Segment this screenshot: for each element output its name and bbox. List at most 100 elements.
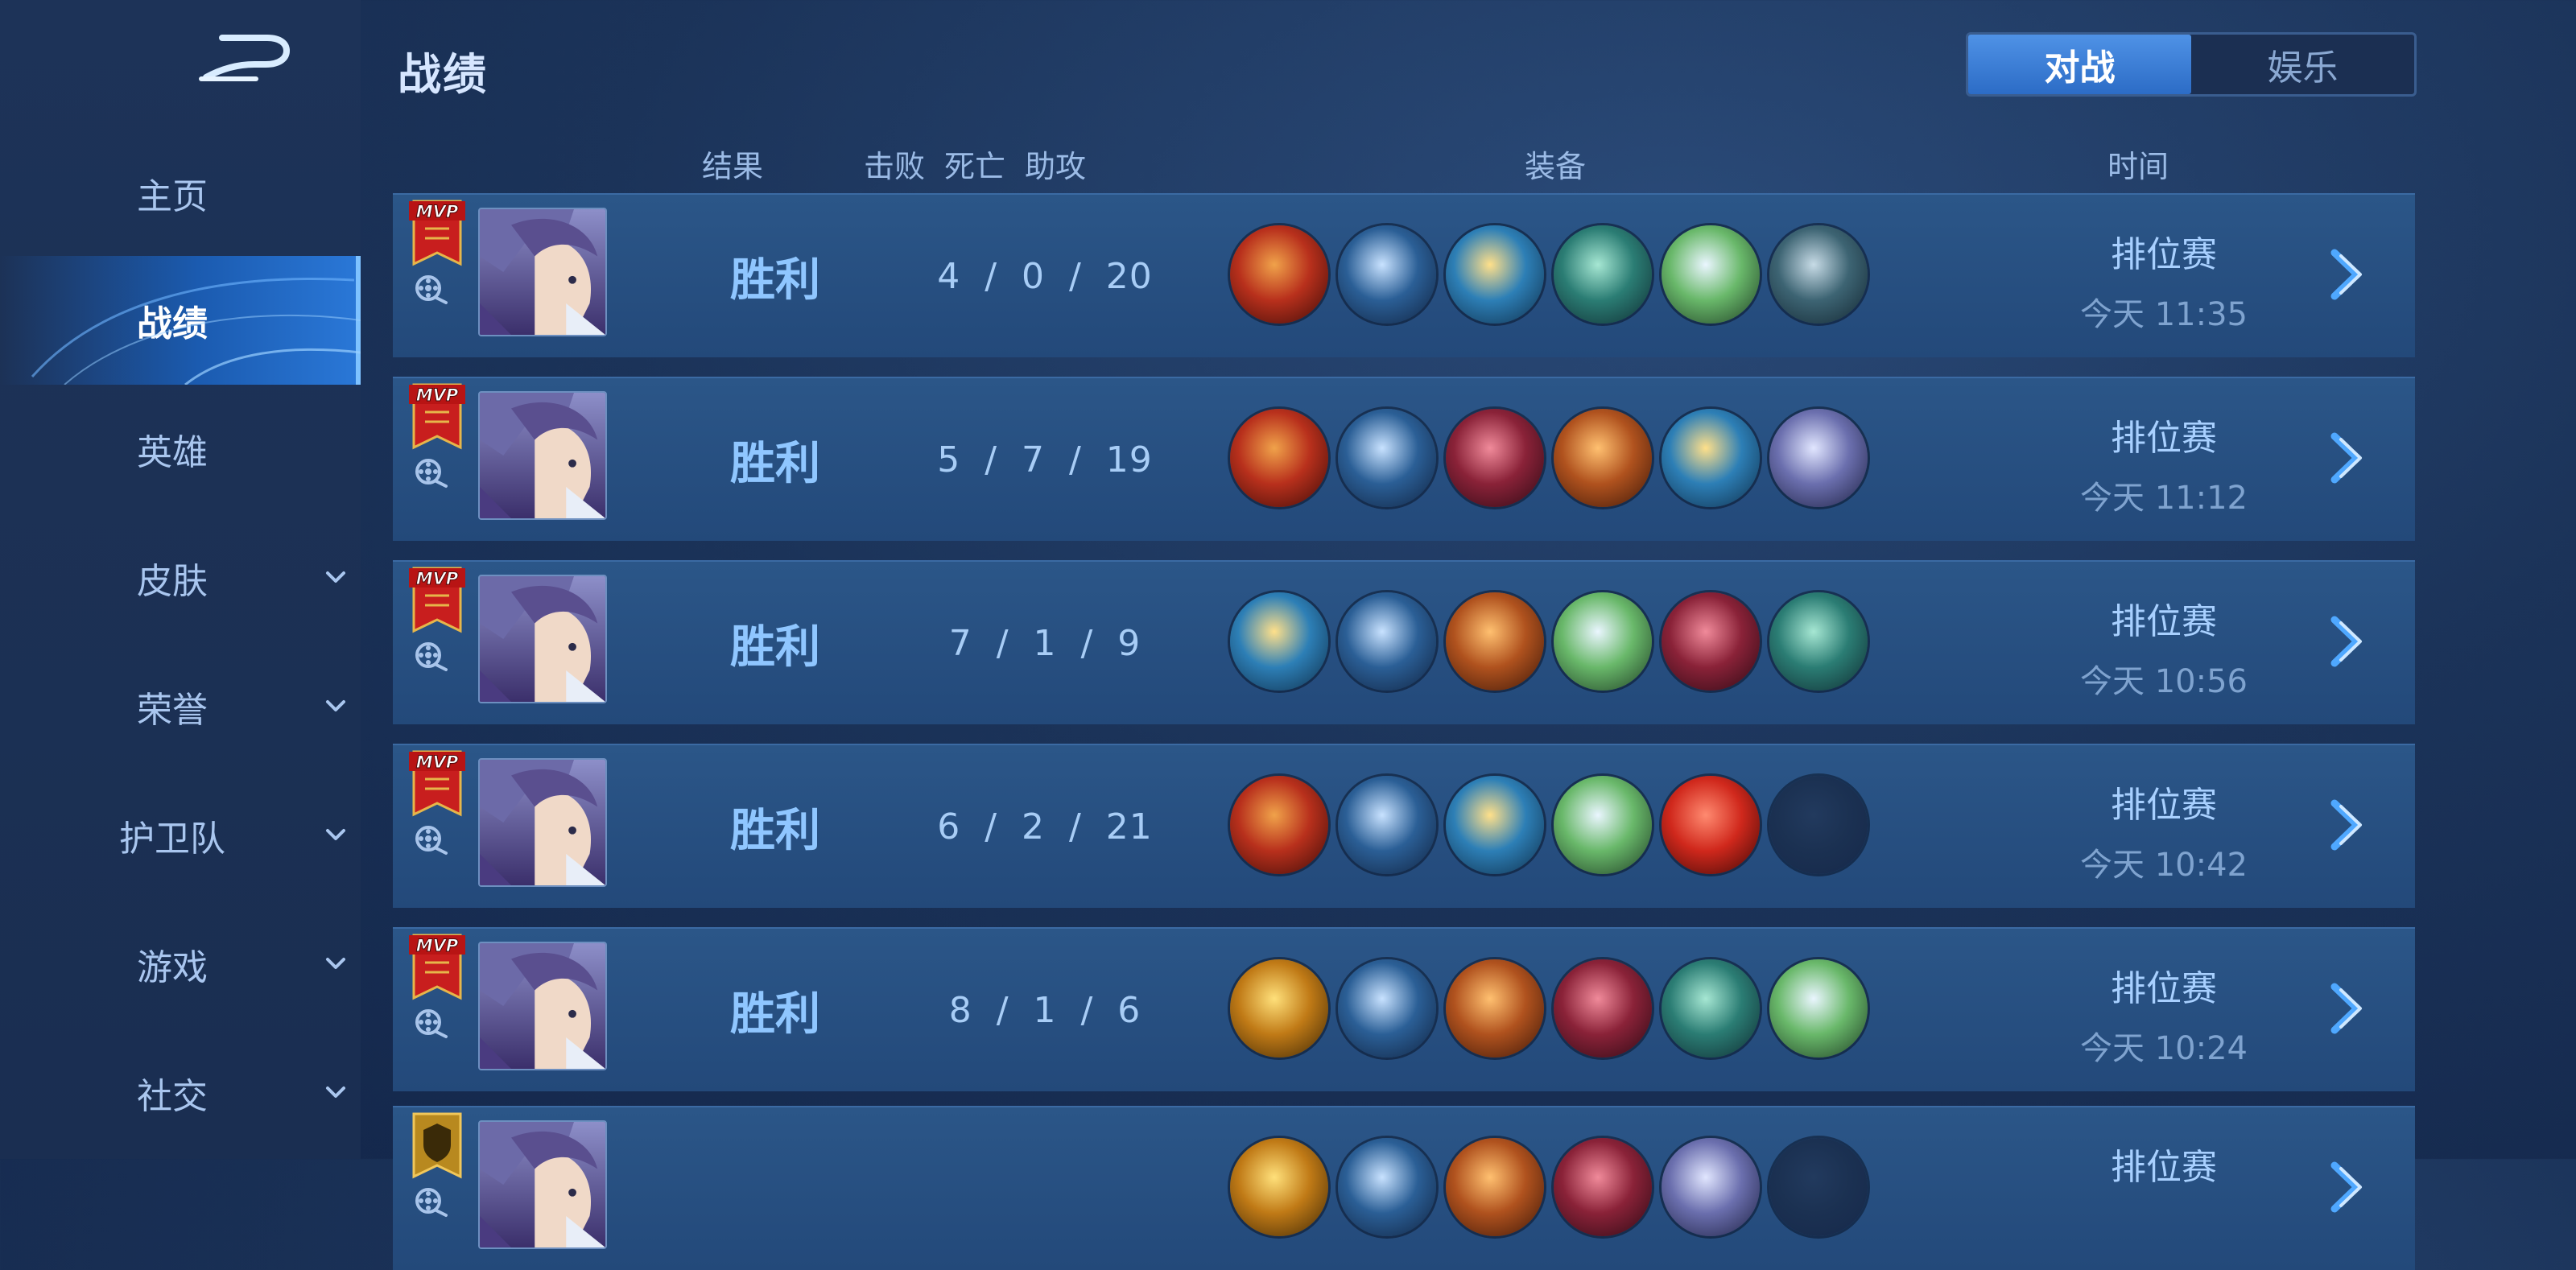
column-header-assists: 助攻: [1025, 149, 1087, 184]
match-row[interactable]: MVP 胜利 8 / 1 / 6 排位赛 今天 10:24: [393, 927, 2415, 1091]
mvp-badge-icon: MVP: [409, 383, 465, 450]
match-result: 胜利: [730, 621, 820, 674]
equipment-fire-orb-icon[interactable]: [1230, 225, 1328, 324]
replay-icon[interactable]: [412, 456, 449, 493]
chevron-right-icon[interactable]: [2320, 980, 2376, 1037]
mode-tabs: 对战 娱乐: [1966, 32, 2417, 97]
equipment-red-wings-icon[interactable]: [1338, 776, 1436, 874]
chevron-down-icon: [326, 829, 345, 840]
sidebar-item-guard[interactable]: 护卫队: [0, 771, 361, 900]
svg-text:MVP: MVP: [416, 202, 459, 221]
kda-stats: 4 / 0 / 20: [937, 255, 1153, 297]
equipment-list: [1230, 225, 1877, 324]
match-row[interactable]: MVP 胜利 5 / 7 / 19 排位赛 今天 11:12: [393, 377, 2415, 541]
sidebar-item-heroes[interactable]: 英雄: [0, 385, 361, 513]
match-date: 今天 10:24: [2080, 1030, 2248, 1067]
equipment-green-boots-icon[interactable]: [1769, 592, 1868, 691]
column-header-result: 结果: [702, 149, 764, 184]
equipment-crimson-armor-icon[interactable]: [1554, 959, 1652, 1058]
equipment-gold-shield-icon[interactable]: [1230, 592, 1328, 691]
equipment-golden-spear-icon[interactable]: [1230, 1138, 1328, 1236]
sidebar-item-games[interactable]: 游戏: [0, 900, 361, 1029]
mvp-badge-icon: MVP: [409, 200, 465, 266]
equipment-green-boots-icon[interactable]: [1662, 959, 1760, 1058]
column-header-deaths: 死亡: [944, 149, 1006, 184]
equipment-gold-shield-icon[interactable]: [1446, 225, 1544, 324]
match-date: 今天 10:42: [2080, 847, 2248, 884]
equipment-red-gem-icon[interactable]: [1662, 776, 1760, 874]
mvp-badge-icon: MVP: [409, 567, 465, 633]
chevron-down-icon: [326, 958, 345, 969]
match-mode: 排位赛: [2111, 418, 2217, 459]
equipment-list: [1230, 592, 1877, 691]
chevron-right-icon[interactable]: [2320, 613, 2376, 670]
match-result: [683, 1107, 868, 1270]
equipment-silver-claw-icon[interactable]: [1769, 959, 1868, 1058]
equipment-green-boots-icon[interactable]: [1554, 225, 1652, 324]
svg-text:MVP: MVP: [416, 753, 459, 772]
match-row[interactable]: MVP 胜利 4 / 0 / 20 排位赛 今天 11:35: [393, 193, 2415, 357]
mvp-badge-icon: MVP: [409, 934, 465, 1000]
equipment-gold-shield-icon[interactable]: [1446, 776, 1544, 874]
equipment-armor-belt-icon[interactable]: [1769, 225, 1868, 324]
mvp-badge-icon: MVP: [409, 750, 465, 817]
replay-icon[interactable]: [412, 272, 449, 309]
sidebar-item-skins[interactable]: 皮肤: [0, 513, 361, 642]
chevron-right-icon[interactable]: [2320, 1159, 2376, 1215]
equipment-bronze-helm-icon[interactable]: [1446, 592, 1544, 691]
back-arrow-icon[interactable]: [192, 31, 296, 87]
chevron-right-icon[interactable]: [2320, 430, 2376, 486]
equipment-list: [1230, 409, 1877, 507]
equipment-bronze-helm-icon[interactable]: [1446, 1138, 1544, 1236]
equipment-bronze-helm-icon[interactable]: [1554, 409, 1652, 507]
equipment-red-wings-icon[interactable]: [1338, 409, 1436, 507]
tab-entertainment[interactable]: 娱乐: [2191, 35, 2414, 94]
equipment-silver-mask-icon[interactable]: [1662, 1138, 1760, 1236]
match-row[interactable]: 排位赛: [393, 1106, 2415, 1270]
equipment-fire-orb-icon[interactable]: [1230, 776, 1328, 874]
chevron-down-icon: [326, 1087, 345, 1098]
equipment-bronze-helm-icon[interactable]: [1446, 959, 1544, 1058]
replay-icon[interactable]: [412, 1185, 449, 1222]
equipment-gold-shield-icon[interactable]: [1662, 409, 1760, 507]
equipment-red-wings-icon[interactable]: [1338, 1138, 1436, 1236]
equipment-red-wings-icon[interactable]: [1338, 959, 1436, 1058]
tab-battle[interactable]: 对战: [1968, 35, 2191, 94]
hero-portrait: [478, 391, 607, 520]
chevron-right-icon[interactable]: [2320, 246, 2376, 303]
sidebar-item-social[interactable]: 社交: [0, 1029, 361, 1157]
sidebar-item-label: 荣誉: [137, 690, 208, 731]
match-mode: 排位赛: [2111, 234, 2217, 275]
equipment-golden-spear-icon[interactable]: [1230, 959, 1328, 1058]
sidebar-item-record[interactable]: 战绩: [0, 256, 361, 385]
match-time: 排位赛 今天 10:24: [2035, 959, 2293, 1069]
replay-icon[interactable]: [412, 639, 449, 676]
equipment-crimson-armor-icon[interactable]: [1554, 1138, 1652, 1236]
equipment-silver-claw-icon[interactable]: [1554, 592, 1652, 691]
equipment-red-wings-icon[interactable]: [1338, 592, 1436, 691]
equipment-red-wings-icon[interactable]: [1338, 225, 1436, 324]
kda-stats: [844, 1107, 1246, 1270]
match-date: 今天 10:56: [2080, 663, 2248, 700]
equipment-silver-claw-icon[interactable]: [1554, 776, 1652, 874]
chevron-down-icon: [326, 700, 345, 711]
sidebar-item-home[interactable]: 主页: [0, 129, 361, 258]
equipment-crimson-armor-icon[interactable]: [1446, 409, 1544, 507]
match-time: 排位赛 今天 10:56: [2035, 592, 2293, 702]
match-time: 排位赛 今天 10:42: [2035, 776, 2293, 885]
match-result: 胜利: [730, 988, 820, 1041]
equipment-silver-claw-icon[interactable]: [1662, 225, 1760, 324]
replay-icon[interactable]: [412, 823, 449, 860]
match-row[interactable]: MVP 胜利 6 / 2 / 21 排位赛 今天 10:42: [393, 744, 2415, 908]
equipment-crimson-armor-icon[interactable]: [1662, 592, 1760, 691]
sidebar-item-label: 护卫队: [119, 818, 225, 860]
equipment-silver-mask-icon[interactable]: [1769, 409, 1868, 507]
chevron-right-icon[interactable]: [2320, 797, 2376, 853]
equipment-fire-orb-icon[interactable]: [1230, 409, 1328, 507]
replay-icon[interactable]: [412, 1006, 449, 1043]
hero-portrait: [478, 575, 607, 703]
match-row[interactable]: MVP 胜利 7 / 1 / 9 排位赛 今天 10:56: [393, 560, 2415, 724]
sidebar-item-honor[interactable]: 荣誉: [0, 642, 361, 771]
equipment-empty-icon: [1769, 1138, 1868, 1236]
column-header-kills: 击败: [864, 149, 926, 184]
